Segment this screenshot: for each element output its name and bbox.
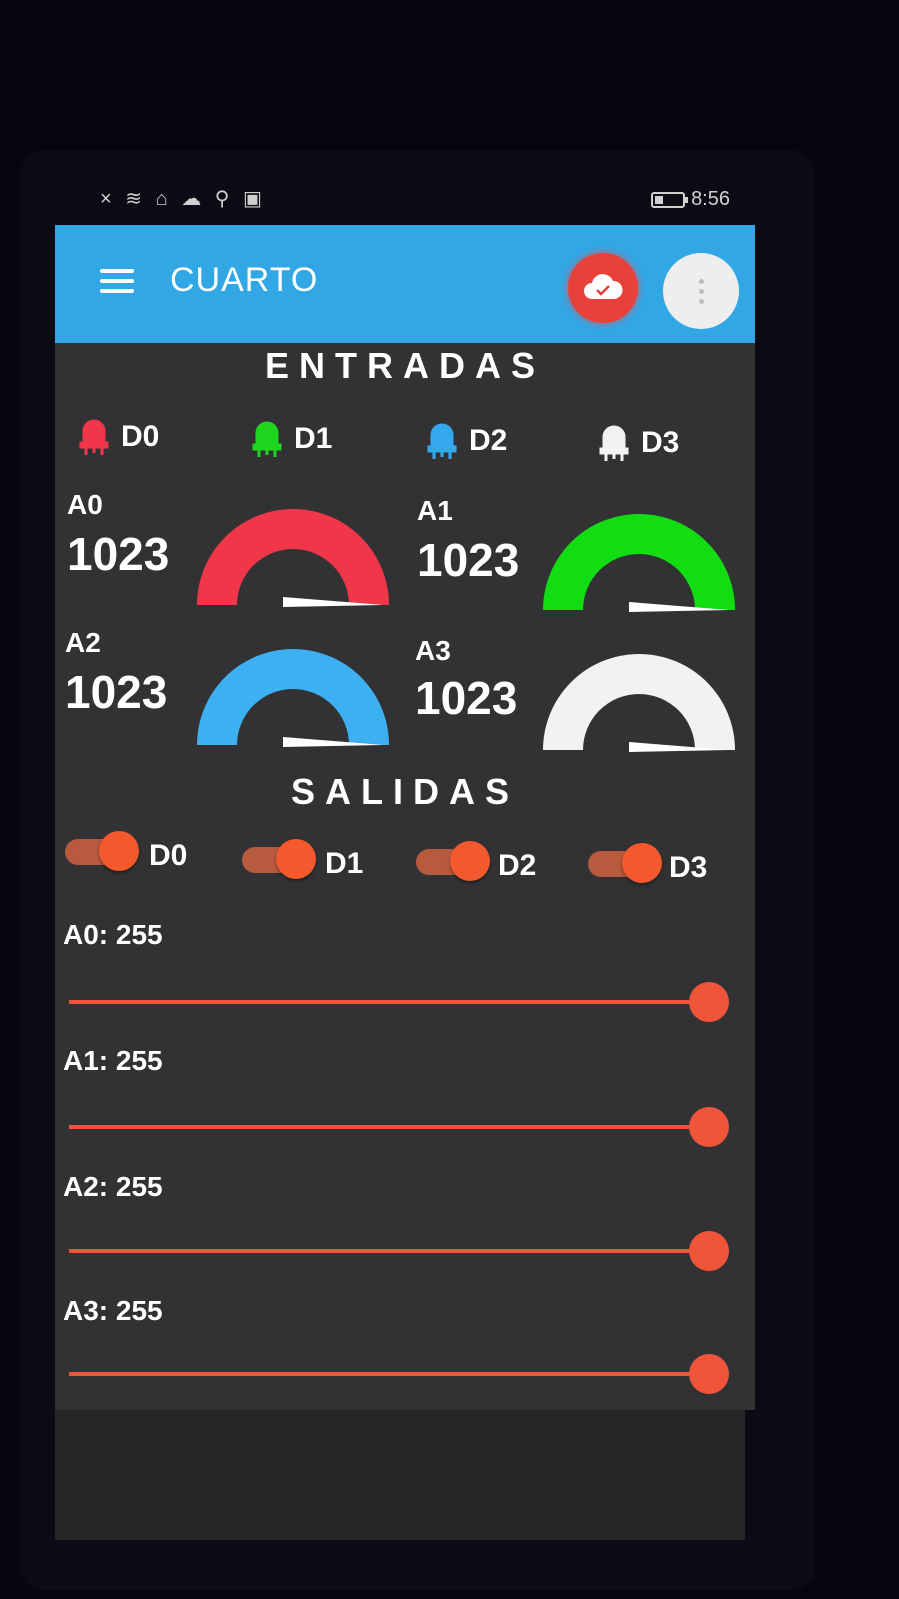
toggle-d0-label: D0 (149, 839, 188, 872)
slider-thumb[interactable] (689, 1354, 729, 1394)
cloud-icon: ☁ (181, 188, 206, 210)
toggle-d2-label: D2 (498, 849, 537, 882)
led-d1: D1 (250, 419, 332, 459)
cloud-sync-button[interactable] (568, 253, 638, 323)
slider-a2[interactable] (69, 1230, 729, 1272)
slider-a1[interactable] (69, 1106, 729, 1148)
gauge-fill (543, 514, 735, 610)
slider-a2-label: A2: 255 (63, 1171, 163, 1202)
slider-thumb[interactable] (689, 982, 729, 1022)
gauge-a0 (195, 505, 391, 607)
status-icons: × ≋ ⌂ ☁ ⚲ ▣ (100, 186, 266, 211)
gauge-arc (197, 649, 389, 747)
nav-area (55, 1410, 745, 1540)
gauge-fill (197, 649, 389, 745)
toggle-d2[interactable] (416, 839, 492, 883)
slider-a0[interactable] (69, 981, 729, 1023)
slider-thumb[interactable] (689, 1107, 729, 1147)
salidas-title: SALIDAS (290, 771, 519, 812)
gauge-a2-value: 1023 (65, 666, 168, 718)
slider-thumb[interactable] (689, 1231, 729, 1271)
gauge-a1-label: A1 (417, 495, 453, 526)
app-screen: CUARTO ENTRADAS D0 D1 D2 D3 A0 1023 A1 1… (55, 225, 755, 1410)
more-options-button[interactable] (663, 253, 739, 329)
toggle-d1[interactable] (242, 837, 318, 881)
toggle-d3-label: D3 (669, 851, 708, 884)
slider-a3-label: A3: 255 (63, 1295, 163, 1326)
led-d3: D3 (597, 423, 679, 463)
slider-a0-label: A0: 255 (63, 919, 163, 950)
image-icon: ▣ (243, 188, 266, 210)
toggle-d3[interactable] (588, 841, 664, 885)
more-vert-icon (698, 278, 704, 304)
toggle-d1-label: D1 (325, 847, 364, 880)
home-icon: ⌂ (155, 188, 172, 210)
gauge-arc (197, 509, 389, 607)
led-d0: D0 (77, 417, 159, 457)
toggle-d0[interactable] (65, 829, 141, 873)
led-icon (79, 419, 109, 455)
gauge-a3 (541, 650, 737, 752)
led-icon (427, 423, 457, 459)
slider-a1-label: A1: 255 (63, 1045, 163, 1076)
led-icon (252, 421, 282, 457)
led-d2: D2 (425, 421, 507, 461)
gauge-a2-label: A2 (65, 627, 101, 658)
gauge-arc (543, 514, 735, 612)
close-icon: × (100, 188, 116, 210)
slider-a3[interactable] (69, 1353, 729, 1395)
gauge-a2 (195, 645, 391, 747)
gauge-fill (197, 509, 389, 605)
status-time: 8:56 (691, 188, 730, 210)
gauge-a1 (541, 510, 737, 612)
gauge-arc (543, 654, 735, 752)
gauge-fill (543, 654, 735, 750)
gauge-a0-value: 1023 (67, 528, 170, 580)
hamburger-menu-icon[interactable] (100, 269, 134, 293)
entradas-title: ENTRADAS (264, 345, 545, 386)
led-icon (599, 425, 629, 461)
wifi-icon: ≋ (125, 188, 147, 210)
cloud-check-icon (584, 274, 623, 299)
gauge-a1-value: 1023 (417, 534, 520, 586)
gauge-a0-label: A0 (67, 489, 103, 520)
gauge-a3-label: A3 (415, 635, 451, 666)
gauge-a3-value: 1023 (415, 672, 518, 724)
app-bar: CUARTO (55, 225, 755, 343)
battery-icon (651, 191, 689, 208)
app-title: CUARTO (170, 261, 319, 299)
location-icon: ⚲ (214, 188, 234, 210)
status-bar: × ≋ ⌂ ☁ ⚲ ▣ 8:56 (100, 182, 730, 218)
